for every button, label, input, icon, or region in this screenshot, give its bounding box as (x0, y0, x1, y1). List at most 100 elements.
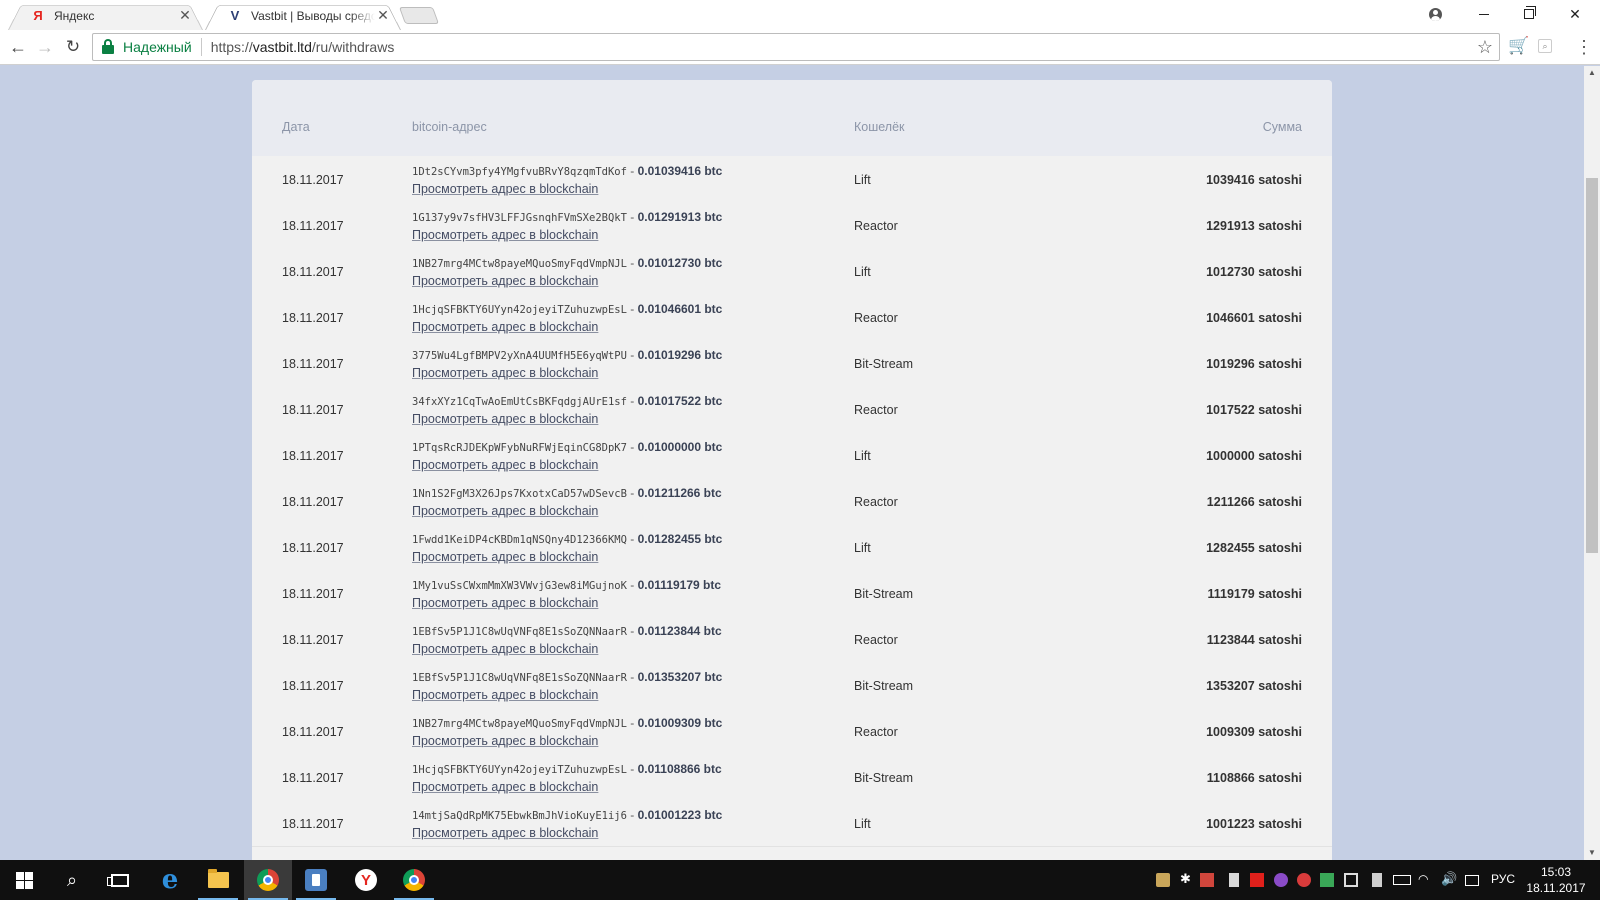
star-icon[interactable]: ☆ (1477, 37, 1493, 58)
menu-icon[interactable]: ⋮ (1575, 36, 1593, 58)
row-sum: 1123844 satoshi (1206, 633, 1302, 647)
back-arrow-icon[interactable]: ← (4, 34, 32, 60)
row-date: 18.11.2017 (282, 725, 344, 739)
row-date: 18.11.2017 (282, 541, 344, 555)
start-button[interactable] (0, 860, 48, 900)
scroll-thumb[interactable] (1586, 178, 1598, 553)
close-window-button[interactable]: ✕ (1552, 0, 1598, 28)
url-text[interactable]: https://vastbit.ltd/ru/withdraws (211, 39, 395, 55)
yandex-favicon-icon: Я (33, 8, 43, 23)
bitcoin-address: 1PTqsRcRJDEKpWFybNuRFWjEqinCG8DpK7 (412, 442, 627, 454)
new-tab-button[interactable] (398, 7, 440, 24)
btc-amount: 0.01019296 btc (637, 348, 723, 362)
task-view-button[interactable] (96, 860, 144, 900)
table-row: 18.11.2017 34fxXYz1CqTwAoEmUtCsBKFqdgjAUr… (252, 386, 1332, 433)
view-in-blockchain-link[interactable]: Просмотреть адрес в blockchain (412, 458, 598, 472)
wifi-icon[interactable]: ◠ (1418, 872, 1432, 886)
file-explorer-button[interactable] (194, 860, 242, 900)
notification-icon[interactable] (1465, 875, 1479, 886)
table-row: 18.11.2017 1Fwdd1KeiDP4cKBDm1qNSQny4D1236… (252, 524, 1332, 571)
row-wallet: Bit-Stream (854, 771, 914, 785)
view-in-blockchain-link[interactable]: Просмотреть адрес в blockchain (412, 228, 598, 242)
usb-icon[interactable] (1229, 873, 1239, 887)
row-wallet: Lift (854, 265, 871, 279)
chrome-taskbar-button-2[interactable] (390, 860, 438, 900)
reload-icon[interactable]: ↻ (59, 34, 87, 60)
row-address-line: 1EBfSv5P1J1C8wUqVNFq8E1sSoZQNNaarR - 0.0… (412, 624, 722, 638)
cart-icon[interactable]: 🛒 (1508, 36, 1529, 56)
view-in-blockchain-link[interactable]: Просмотреть адрес в blockchain (412, 688, 598, 702)
view-in-blockchain-link[interactable]: Просмотреть адрес в blockchain (412, 274, 598, 288)
close-tab-icon[interactable]: ✕ (177, 7, 193, 24)
display-icon[interactable] (1344, 873, 1358, 887)
view-in-blockchain-link[interactable]: Просмотреть адрес в blockchain (412, 780, 598, 794)
bitcoin-address: 34fxXYz1CqTwAoEmUtCsBKFqdgjAUrE1sf (412, 396, 627, 408)
separator-dash: - (626, 210, 638, 224)
row-address-line: 1HcjqSFBKTY6UYyn42ojeyiTZuhuzwpEsL - 0.0… (412, 762, 722, 776)
separator-dash: - (626, 440, 638, 454)
tray-app-icon[interactable] (1156, 873, 1170, 887)
bluetooth-icon[interactable]: ✱ (1180, 871, 1194, 886)
view-in-blockchain-link[interactable]: Просмотреть адрес в blockchain (412, 366, 598, 380)
tray-app-icon[interactable] (1372, 873, 1382, 887)
row-address-line: 1PTqsRcRJDEKpWFybNuRFWjEqinCG8DpK7 - 0.0… (412, 440, 722, 454)
view-in-blockchain-link[interactable]: Просмотреть адрес в blockchain (412, 550, 598, 564)
table-header: Дата bitcoin-адрес Кошелёк Сумма (252, 80, 1332, 156)
btc-amount: 0.01282455 btc (637, 532, 723, 546)
scroll-up-icon[interactable]: ▲ (1584, 66, 1600, 80)
tray-check-icon[interactable] (1320, 873, 1334, 887)
table-row: 18.11.2017 1Dt2sCYvm3pfy4YMgfvuBRvY8qzqmT… (252, 156, 1332, 203)
chrome-taskbar-button[interactable] (244, 860, 292, 900)
tray-app-icon[interactable] (1200, 873, 1214, 887)
view-in-blockchain-link[interactable]: Просмотреть адрес в blockchain (412, 412, 598, 426)
row-wallet: Bit-Stream (854, 679, 914, 693)
profile-icon[interactable] (1412, 0, 1458, 28)
search-icon[interactable]: ⌕ (1538, 39, 1552, 53)
btc-amount: 0.01009309 btc (637, 716, 723, 730)
row-address-line: 1Dt2sCYvm3pfy4YMgfvuBRvY8qzqmTdKof - 0.0… (412, 164, 722, 178)
row-address-line: 3775Wu4LgfBMPV2yXnA4UUMfH5E6yqWtPU - 0.0… (412, 348, 722, 362)
close-tab-icon[interactable]: ✕ (375, 7, 391, 24)
row-date: 18.11.2017 (282, 449, 344, 463)
restore-button[interactable] (1506, 0, 1552, 28)
address-bar[interactable]: Надежный https://vastbit.ltd/ru/withdraw… (92, 33, 1500, 61)
btc-amount: 0.01000000 btc (637, 440, 723, 454)
clock[interactable]: 15:03 18.11.2017 (1520, 864, 1592, 896)
search-icon[interactable]: ⌕ (48, 860, 96, 900)
row-date: 18.11.2017 (282, 771, 344, 785)
tab-yandex[interactable]: Я Яндекс ✕ (8, 1, 203, 31)
view-in-blockchain-link[interactable]: Просмотреть адрес в blockchain (412, 642, 598, 656)
minimize-button[interactable] (1461, 0, 1507, 28)
vertical-scrollbar[interactable]: ▲ ▼ (1584, 66, 1600, 860)
tab-title: Vastbit | Выводы средств (251, 8, 375, 23)
tray-app-icon[interactable] (1297, 873, 1311, 887)
view-in-blockchain-link[interactable]: Просмотреть адрес в blockchain (412, 596, 598, 610)
bitcoin-address: 3775Wu4LgfBMPV2yXnA4UUMfH5E6yqWtPU (412, 350, 627, 362)
pdf-icon[interactable] (1250, 873, 1264, 887)
language-indicator[interactable]: РУС (1491, 872, 1515, 886)
forward-arrow-icon[interactable]: → (31, 34, 59, 60)
edge-icon[interactable]: e (146, 860, 194, 900)
table-row: 18.11.2017 1My1vuSsCWxmMmXW3VWvjG3ew8iMGu… (252, 570, 1332, 617)
view-in-blockchain-link[interactable]: Просмотреть адрес в blockchain (412, 182, 598, 196)
btc-amount: 0.01046601 btc (637, 302, 723, 316)
view-in-blockchain-link[interactable]: Просмотреть адрес в blockchain (412, 504, 598, 518)
app-taskbar-button[interactable] (292, 860, 340, 900)
view-in-blockchain-link[interactable]: Просмотреть адрес в blockchain (412, 826, 598, 840)
view-in-blockchain-link[interactable]: Просмотреть адрес в blockchain (412, 320, 598, 334)
table-row: 18.11.2017 1PTqsRcRJDEKpWFybNuRFWjEqinCG8… (252, 432, 1332, 479)
battery-icon[interactable] (1393, 875, 1411, 885)
row-wallet: Reactor (854, 633, 898, 647)
row-sum: 1046601 satoshi (1206, 311, 1302, 325)
btc-amount: 0.01108866 btc (637, 762, 722, 776)
volume-icon[interactable]: 🔊 (1441, 871, 1457, 886)
tray-app-icon[interactable] (1274, 873, 1288, 887)
row-sum: 1017522 satoshi (1206, 403, 1302, 417)
row-sum: 1282455 satoshi (1206, 541, 1302, 555)
tab-vastbit[interactable]: V Vastbit | Выводы средств ✕ (205, 1, 401, 31)
view-in-blockchain-link[interactable]: Просмотреть адрес в blockchain (412, 734, 598, 748)
table-row: 18.11.2017 1HcjqSFBKTY6UYyn42ojeyiTZuhuzw… (252, 294, 1332, 341)
row-address-line: 1NB27mrg4MCtw8payeMQuoSmyFqdVmpNJL - 0.0… (412, 256, 722, 270)
yandex-browser-button[interactable]: Y (342, 860, 390, 900)
scroll-down-icon[interactable]: ▼ (1584, 846, 1600, 860)
